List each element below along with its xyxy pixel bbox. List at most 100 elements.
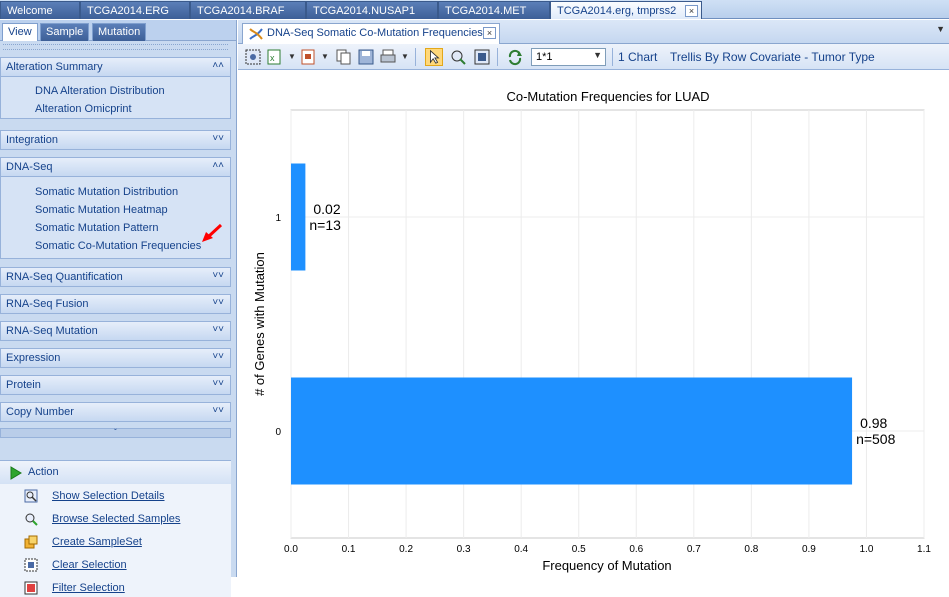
- doc-tab-erg[interactable]: TCGA2014.ERG: [80, 1, 190, 19]
- close-icon[interactable]: ×: [685, 5, 698, 17]
- toolbar-separator: [612, 48, 613, 66]
- chart-count-button[interactable]: 1 Chart: [618, 50, 657, 64]
- chevron-up-icon[interactable]: ˄˄: [212, 160, 224, 171]
- nav-somatic-co-mutation-frequencies[interactable]: Somatic Co-Mutation Frequencies: [35, 240, 201, 252]
- action-label: Browse Selected Samples: [52, 513, 181, 525]
- doc-tab-nusap1[interactable]: TCGA2014.NUSAP1: [306, 1, 438, 19]
- action-body: Show Selection Details Browse Selected S…: [0, 484, 231, 597]
- nav-alteration-omicprint[interactable]: Alteration Omicprint: [35, 103, 132, 115]
- group-title: Copy Number: [6, 406, 74, 418]
- count-label: n=13: [309, 217, 341, 233]
- browse-icon: [25, 513, 38, 526]
- tab-sample[interactable]: Sample: [40, 23, 90, 41]
- chevron-up-icon[interactable]: ˄˄: [212, 60, 224, 71]
- group-title: RNA-Seq Fusion: [6, 298, 89, 310]
- doc-tab-erg-tmprss2[interactable]: TCGA2014.erg, tmprss2 ×: [550, 1, 702, 19]
- left-tab-strip: View Sample Mutation: [0, 20, 236, 41]
- layout-select[interactable]: 1*1 ▼: [531, 48, 606, 66]
- left-panel: View Sample Mutation Alteration Summary …: [0, 20, 237, 597]
- splitter-handle[interactable]: ˇ: [0, 428, 231, 438]
- tab-dna-seq-co-mutation[interactable]: DNA-Seq Somatic Co-Mutation Frequencies …: [242, 23, 500, 44]
- doc-tab-label: TCGA2014.erg, tmprss2: [557, 5, 677, 17]
- action-header: Action: [0, 460, 231, 484]
- doc-tab-met[interactable]: TCGA2014.MET: [438, 1, 550, 19]
- group-header-integration[interactable]: Integration ˅˅: [0, 130, 231, 150]
- group-header-rna-seq-mutation[interactable]: RNA-Seq Mutation ˅˅: [0, 321, 231, 341]
- magnify-grid-icon: [24, 489, 38, 503]
- print-icon[interactable]: [379, 48, 397, 66]
- nav-somatic-mutation-distribution[interactable]: Somatic Mutation Distribution: [35, 186, 178, 198]
- toolbar-separator: [415, 48, 416, 66]
- y-axis-label: # of Genes with Mutation: [252, 252, 267, 396]
- group-title: DNA-Seq: [6, 161, 53, 173]
- chevron-down-icon[interactable]: ˅˅: [212, 351, 224, 362]
- zoom-icon[interactable]: [449, 48, 467, 66]
- x-tick-label: 0.3: [457, 544, 471, 555]
- chevron-down-icon[interactable]: ˅˅: [212, 270, 224, 281]
- x-tick-label: 0.0: [284, 544, 298, 555]
- svg-text:x: x: [270, 53, 275, 63]
- group-header-expression[interactable]: Expression ˅˅: [0, 348, 231, 368]
- doc-tab-braf[interactable]: TCGA2014.BRAF: [190, 1, 306, 19]
- group-header-copy-number[interactable]: Copy Number ˅˅: [0, 402, 231, 422]
- refresh-icon[interactable]: [506, 48, 524, 66]
- sampleset-icon: [24, 535, 38, 549]
- chevron-down-icon[interactable]: ▼: [401, 52, 409, 61]
- group-header-rna-seq-fusion[interactable]: RNA-Seq Fusion ˅˅: [0, 294, 231, 314]
- group-header-rna-seq-quantification[interactable]: RNA-Seq Quantification ˅˅: [0, 267, 231, 287]
- x-tick-label: 0.9: [802, 544, 816, 555]
- chevron-down-icon[interactable]: ▼: [288, 52, 296, 61]
- x-tick-label: 0.8: [744, 544, 758, 555]
- excel-export-icon[interactable]: x: [266, 48, 284, 66]
- ppt-export-icon[interactable]: [300, 48, 318, 66]
- save-image-icon[interactable]: [357, 48, 375, 66]
- tab-view[interactable]: View: [2, 23, 38, 41]
- group-header-protein[interactable]: Protein ˅˅: [0, 375, 231, 395]
- tab-label: Sample: [46, 26, 84, 38]
- x-tick-label: 0.7: [687, 544, 701, 555]
- tab-label: Mutation: [98, 26, 141, 38]
- fit-to-window-icon[interactable]: [473, 48, 491, 66]
- count-label: n=508: [856, 431, 896, 447]
- clear-selection-icon: [24, 558, 38, 572]
- doc-tab-welcome[interactable]: Welcome: [0, 1, 80, 19]
- nav-dna-alteration-distribution[interactable]: DNA Alteration Distribution: [35, 85, 165, 97]
- document-tab-strip: Welcome TCGA2014.ERG TCGA2014.BRAF TCGA2…: [0, 0, 949, 19]
- y-tick-label: 0: [275, 427, 281, 438]
- value-label: 0.98: [860, 415, 887, 431]
- group-header-dna-seq[interactable]: DNA-Seq ˄˄: [0, 157, 231, 177]
- tab-mutation[interactable]: Mutation: [92, 23, 147, 41]
- tab-list-chevron-icon[interactable]: ▼: [936, 24, 945, 34]
- chevron-down-icon[interactable]: ˅˅: [212, 405, 224, 416]
- view-tab-strip: DNA-Seq Somatic Co-Mutation Frequencies …: [238, 20, 949, 44]
- x-tick-label: 0.2: [399, 544, 413, 555]
- doc-tab-label: Welcome: [7, 5, 53, 17]
- group-header-alteration-summary[interactable]: Alteration Summary ˄˄: [0, 57, 231, 77]
- nav-somatic-mutation-pattern[interactable]: Somatic Mutation Pattern: [35, 222, 159, 234]
- co-mutation-chart: Co-Mutation Frequencies for LUAD 0.98n=5…: [252, 89, 931, 573]
- chevron-down-icon[interactable]: ˅˅: [212, 378, 224, 389]
- x-tick-label: 0.4: [514, 544, 528, 555]
- group-title: Protein: [6, 379, 41, 391]
- filter-icon: [24, 581, 38, 595]
- action-label: Create SampleSet: [52, 536, 142, 548]
- copy-icon[interactable]: [335, 48, 353, 66]
- doc-tab-label: TCGA2014.MET: [445, 5, 527, 17]
- y-tick-label: 1: [275, 213, 281, 224]
- doc-tab-label: TCGA2014.BRAF: [197, 5, 285, 17]
- dna-icon: [249, 28, 263, 40]
- chevron-down-icon[interactable]: ▼: [321, 52, 329, 61]
- chevron-down-icon[interactable]: ˅˅: [212, 297, 224, 308]
- bar: [291, 163, 306, 271]
- close-icon[interactable]: ×: [483, 27, 496, 39]
- nav-somatic-mutation-heatmap[interactable]: Somatic Mutation Heatmap: [35, 204, 168, 216]
- chevron-down-icon[interactable]: ˅˅: [212, 133, 224, 144]
- x-tick-label: 0.6: [629, 544, 643, 555]
- chevron-down-icon[interactable]: ˅˅: [212, 324, 224, 335]
- select-region-icon[interactable]: [244, 48, 262, 66]
- chevron-down-icon: ▼: [593, 50, 602, 60]
- trellis-button[interactable]: Trellis By Row Covariate - Tumor Type: [670, 50, 875, 64]
- pointer-icon[interactable]: [425, 48, 443, 66]
- toolbar-separator: [497, 48, 498, 66]
- panel-grip[interactable]: [3, 44, 228, 50]
